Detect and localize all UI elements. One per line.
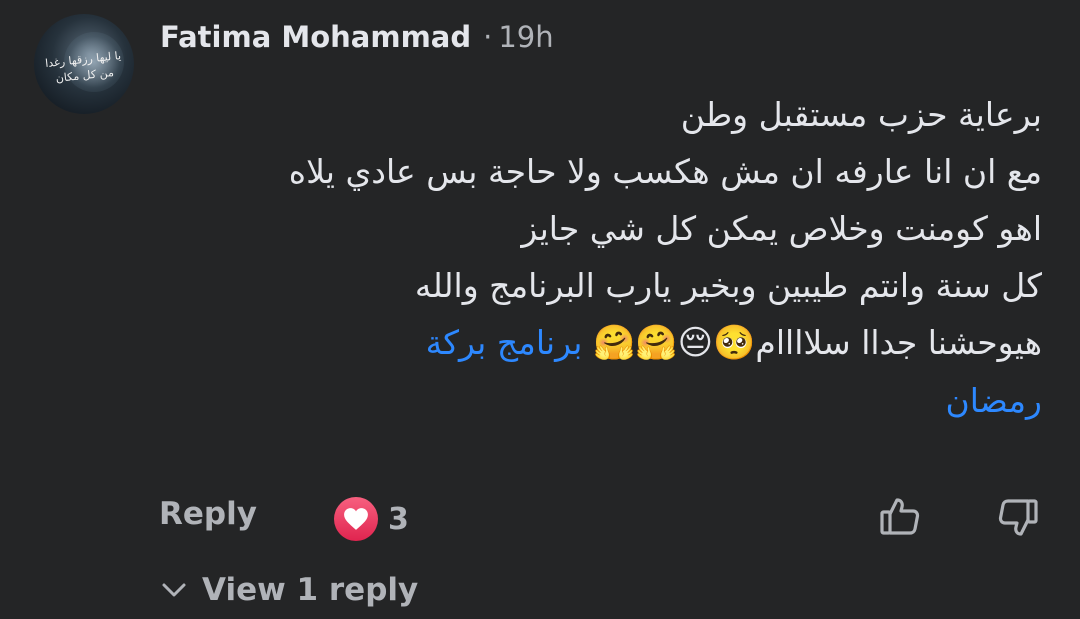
separator-dot: · — [483, 20, 493, 54]
heart-icon — [334, 497, 378, 541]
comment-line-2: مع ان انا عارفه ان مش هكسب ولا حاجة بس ع… — [288, 152, 1042, 191]
comment-line-3: اهو كومنت وخلاص يمكن كل شي جايز — [521, 209, 1042, 248]
hashtag-link[interactable]: برنامج بركة — [426, 323, 583, 362]
reaction-count: 3 — [388, 501, 409, 537]
emoji-group: 🥺😔🤗🤗 — [592, 323, 756, 363]
comment-header: Fatima Mohammad · 19h — [160, 20, 554, 54]
thumbs-up-icon[interactable] — [878, 494, 922, 542]
comment-line-6: رمضان — [158, 372, 1042, 429]
chevron-down-icon — [162, 583, 186, 597]
comment-body: برعاية حزب مستقبل وطن مع ان انا عارفه ان… — [158, 86, 1042, 429]
thumbs-down-icon[interactable] — [996, 496, 1040, 544]
timestamp[interactable]: 19h — [498, 20, 553, 54]
comment-line-5: هيوحشنا جداا سلاااام🥺😔🤗🤗 برنامج بركة — [158, 314, 1042, 372]
view-replies-label: View 1 reply — [202, 572, 419, 608]
hashtag-link-continued[interactable]: رمضان — [945, 381, 1042, 420]
reaction-summary[interactable]: 3 — [334, 497, 409, 541]
comment-line-5-text: هيوحشنا جداا سلاااام — [755, 323, 1042, 362]
comment-line-1: برعاية حزب مستقبل وطن — [680, 95, 1042, 134]
avatar[interactable]: يا ليها رزقها رغدا من كل مكان — [34, 14, 134, 114]
view-replies-button[interactable]: View 1 reply — [160, 572, 418, 608]
comment-line-4: كل سنة وانتم طيبين وبخير يارب البرنامج و… — [414, 266, 1042, 305]
reply-button[interactable]: Reply — [159, 496, 257, 532]
author-name[interactable]: Fatima Mohammad — [160, 20, 471, 54]
